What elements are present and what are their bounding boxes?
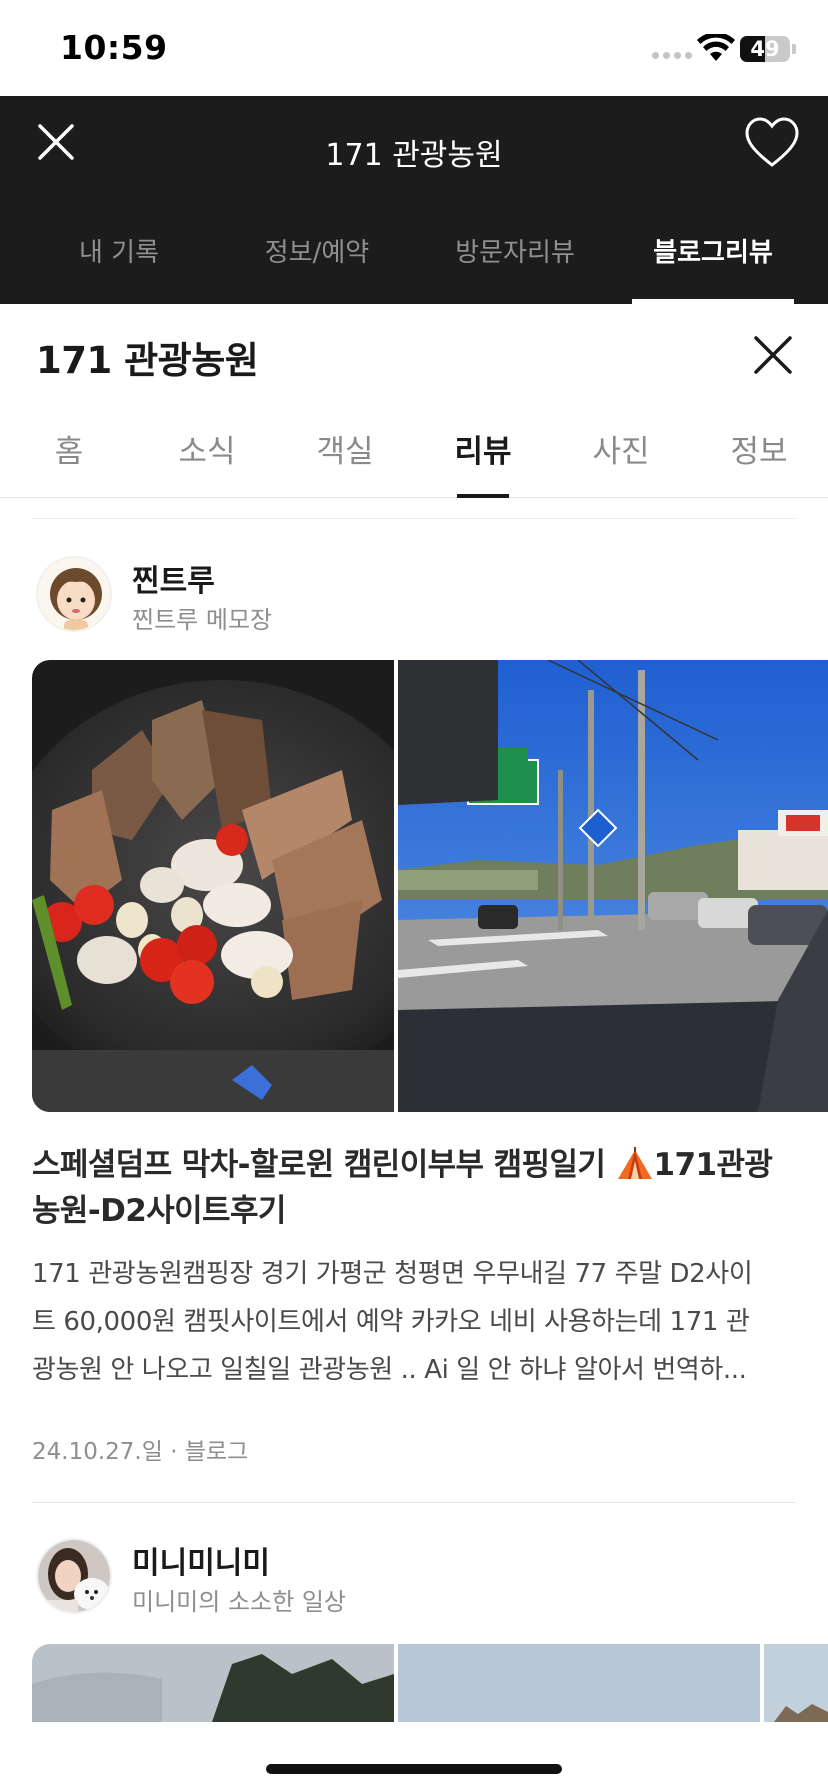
tab-label: 홈	[54, 434, 84, 470]
review-snippet-line: 광농원 안 나오고 일칠일 관광농원 .. Ai 일 안 하냐 알아서 번역하.…	[32, 1355, 747, 1385]
review-title-line: 스페셜덤프 막차-할로윈 캠린이부부 캠핑일기	[32, 1147, 606, 1183]
tab-review[interactable]: 리뷰	[414, 418, 552, 498]
tab-news[interactable]: 소식	[138, 418, 276, 497]
cellular-signal-icon	[652, 52, 692, 59]
blog-name: 찐트루 메모장	[132, 606, 273, 634]
tab-label: 블로그리뷰	[653, 238, 773, 268]
review-snippet-line: 171 관광농원캠핑장 경기 가평군 청평면 우무내길 77 주말 D2사이	[32, 1259, 753, 1289]
blog-name: 미니미의 소소한 일상	[132, 1588, 346, 1616]
status-time: 10:59	[60, 28, 168, 67]
tab-my-record[interactable]: 내 기록	[20, 232, 218, 304]
review-photo[interactable]	[32, 1644, 394, 1722]
tab-info[interactable]: 정보	[690, 418, 828, 497]
bottom-safe-area	[0, 1722, 828, 1792]
place-tabs: 홈 소식 객실 리뷰 사진 정보	[0, 418, 828, 498]
tab-label: 소식	[178, 434, 236, 470]
battery-icon: 49	[740, 36, 790, 62]
author-name[interactable]: 찐트루	[132, 556, 215, 600]
status-bar: 10:59 49	[0, 0, 828, 96]
review-photo[interactable]	[398, 1644, 760, 1722]
review-title-line: 171관광	[653, 1147, 773, 1183]
review-photo[interactable]	[764, 1644, 828, 1722]
photo-strip[interactable]	[32, 1644, 828, 1722]
tab-label: 사진	[592, 434, 650, 470]
review-snippet[interactable]: 171 관광농원캠핑장 경기 가평군 청평면 우무내길 77 주말 D2사이 트…	[32, 1250, 796, 1394]
divider	[32, 1502, 796, 1503]
avatar[interactable]	[36, 556, 112, 632]
author-name[interactable]: 미니미니미	[132, 1538, 270, 1582]
header-title: 171 관광농원	[325, 138, 503, 173]
tab-rooms[interactable]: 객실	[276, 418, 414, 497]
tab-label: 객실	[316, 434, 374, 470]
battery-tip	[792, 44, 796, 54]
tab-photos[interactable]: 사진	[552, 418, 690, 497]
tent-icon	[616, 1147, 654, 1181]
review-photo[interactable]	[398, 660, 828, 1112]
page-title: 171 관광농원	[36, 339, 259, 382]
tab-info-booking[interactable]: 정보/예약	[218, 232, 416, 304]
review-date-source: 24.10.27.일 · 블로그	[32, 1439, 249, 1465]
review-title[interactable]: 스페셜덤프 막차-할로윈 캠린이부부 캠핑일기 171관광 농원-D2사이트후기	[32, 1142, 796, 1234]
tab-label: 방문자리뷰	[455, 238, 575, 268]
photo-strip[interactable]	[32, 660, 828, 1112]
tab-home[interactable]: 홈	[0, 418, 138, 497]
tab-visitor-review[interactable]: 방문자리뷰	[416, 232, 614, 304]
battery-level: 49	[750, 37, 780, 61]
tab-blog-review[interactable]: 블로그리뷰	[614, 232, 812, 304]
review-photo[interactable]	[32, 660, 394, 1112]
close-icon[interactable]	[752, 334, 794, 376]
place-header: 171 관광농원 내 기록 정보/예약 방문자리뷰 블로그리뷰	[0, 96, 828, 304]
tab-label: 리뷰	[454, 434, 512, 470]
home-indicator[interactable]	[266, 1764, 562, 1774]
review-title-line: 농원-D2사이트후기	[32, 1193, 286, 1229]
review-snippet-line: 트 60,000원 캠핏사이트에서 예약 카카오 네비 사용하는데 171 관	[32, 1307, 750, 1337]
tab-label: 내 기록	[78, 238, 160, 268]
tab-label: 정보/예약	[264, 238, 370, 268]
top-tabs: 내 기록 정보/예약 방문자리뷰 블로그리뷰	[0, 232, 828, 304]
wifi-icon	[697, 34, 735, 61]
avatar[interactable]	[36, 1538, 112, 1614]
heart-icon[interactable]	[744, 116, 800, 170]
divider	[32, 518, 796, 519]
tab-label: 정보	[730, 434, 788, 470]
